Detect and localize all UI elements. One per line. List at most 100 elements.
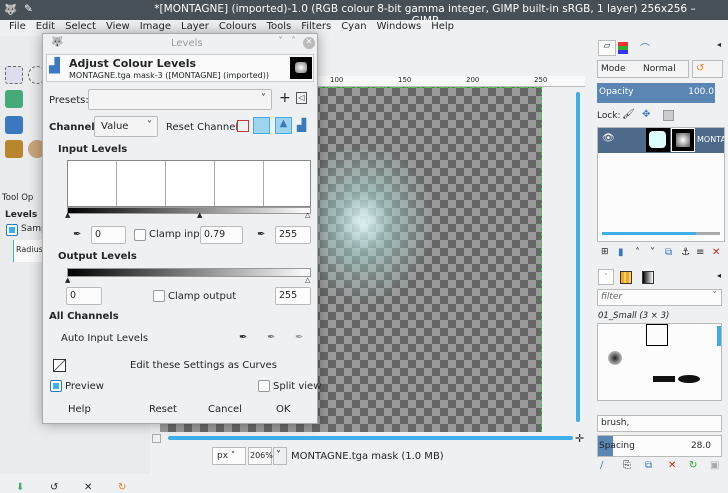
pick-white-auto-icon[interactable]: ✒: [295, 332, 303, 343]
spacing-slider[interactable]: Spacing 28.0: [597, 435, 722, 457]
restore-icon[interactable]: ↺: [50, 482, 58, 493]
lock-position-icon[interactable]: ✥: [642, 109, 650, 120]
tab-layers[interactable]: ▱: [598, 40, 616, 56]
pick-white-icon[interactable]: ✒: [257, 229, 265, 240]
zoom-field[interactable]: 206%: [248, 447, 273, 465]
radius-field[interactable]: Radius: [13, 240, 43, 262]
gamma-handle[interactable]: ▲: [197, 211, 202, 219]
pick-black-auto-icon[interactable]: ✒: [239, 332, 247, 343]
quick-mask-toggle[interactable]: [152, 434, 161, 443]
preset-menu-icon[interactable]: ◁: [296, 92, 307, 104]
brush-filter-input[interactable]: filter ˅: [597, 289, 722, 306]
navigate-icon[interactable]: ✛: [575, 432, 584, 445]
lower-layer-icon[interactable]: ˅: [650, 247, 655, 258]
brush-item[interactable]: [653, 376, 675, 382]
auto-input-levels-button[interactable]: Auto Input Levels: [61, 333, 148, 344]
new-brush-icon[interactable]: ⎘: [623, 460, 631, 471]
channel-combo[interactable]: Value ˅: [94, 116, 158, 137]
maximize-icon[interactable]: ˄: [291, 36, 296, 47]
layer-name[interactable]: MONTAGNE: [697, 135, 724, 144]
flip-icon[interactable]: [5, 116, 23, 134]
output-low-handle[interactable]: ▲: [65, 276, 70, 284]
ok-button[interactable]: OK: [276, 404, 290, 415]
opacity-slider[interactable]: Opacity 100.0: [597, 83, 715, 103]
menu-help[interactable]: Help: [426, 20, 459, 36]
input-low-spin[interactable]: 0: [91, 226, 126, 244]
new-layer-group-icon[interactable]: ⊞: [601, 247, 609, 257]
gamma-spin[interactable]: 0.79: [200, 226, 243, 244]
input-high-spin[interactable]: 255: [275, 226, 311, 244]
cancel-button[interactable]: Cancel: [208, 404, 242, 415]
mode-combo[interactable]: Mode Normal: [597, 60, 689, 78]
brush-item[interactable]: [678, 375, 700, 383]
reset-icon[interactable]: ↻: [118, 482, 126, 493]
delete-brush-icon[interactable]: ✕: [668, 460, 676, 471]
tab-gradients[interactable]: [642, 271, 654, 284]
brush-item[interactable]: [608, 351, 622, 365]
presets-combo[interactable]: ˅: [88, 89, 272, 110]
edit-brush-icon[interactable]: /: [600, 460, 603, 471]
reset-channel-button[interactable]: Reset Channel: [166, 122, 238, 133]
configure-tab-icon[interactable]: ◂: [717, 271, 721, 280]
add-preset-icon[interactable]: +: [279, 90, 291, 106]
duplicate-layer-icon[interactable]: ⧉: [665, 247, 672, 258]
zoom-dropdown[interactable]: ˅: [273, 447, 287, 465]
curve-icon[interactable]: [253, 117, 270, 134]
tab-channels[interactable]: [618, 42, 628, 54]
brush-tag-combo[interactable]: brush,: [597, 415, 722, 432]
pin-icon[interactable]: ✎: [24, 3, 33, 15]
menu-file[interactable]: File: [4, 20, 31, 36]
horizontal-scrollbar[interactable]: [168, 436, 573, 440]
clone-icon[interactable]: [5, 140, 23, 158]
tab-paths[interactable]: ⌒: [640, 40, 650, 55]
input-high-handle[interactable]: △: [305, 211, 310, 219]
tab-tool-options[interactable]: Tool Op: [2, 193, 42, 205]
menu-cyan[interactable]: Cyan: [336, 20, 371, 36]
close-icon[interactable]: ✕: [303, 37, 315, 49]
selected-brush[interactable]: [646, 324, 668, 346]
delete-layer-icon[interactable]: ✕: [712, 247, 720, 258]
new-layer-icon[interactable]: ▮: [618, 247, 624, 258]
layers-scrollbar[interactable]: [602, 232, 720, 235]
output-low-spin[interactable]: 0: [66, 287, 102, 305]
save-preset-icon[interactable]: ⬇: [16, 482, 24, 493]
minimize-icon[interactable]: ˅: [278, 36, 283, 47]
lock-pixels-icon[interactable]: 🖌: [622, 109, 635, 120]
pick-black-icon[interactable]: ✒: [73, 229, 81, 240]
vertical-scrollbar[interactable]: [576, 92, 580, 422]
pick-gray-auto-icon[interactable]: ✒: [267, 332, 275, 343]
sample-average-checkbox[interactable]: [6, 224, 18, 236]
anchor-layer-icon[interactable]: ⚓: [681, 247, 690, 258]
unit-select[interactable]: px ˅: [212, 447, 246, 465]
brush-grid[interactable]: [597, 323, 722, 401]
merge-layer-icon[interactable]: ≡: [696, 247, 704, 258]
brush-grid-scrollbar[interactable]: [717, 326, 721, 346]
preview-checkbox[interactable]: [50, 380, 62, 392]
lock-alpha-icon[interactable]: [663, 110, 674, 121]
refresh-brushes-icon[interactable]: ↻: [689, 460, 697, 471]
output-high-handle[interactable]: △: [305, 276, 310, 284]
duplicate-brush-icon[interactable]: ⧉: [645, 460, 652, 471]
output-high-spin[interactable]: 255: [275, 287, 311, 305]
log-histogram-icon[interactable]: ▟: [297, 118, 306, 132]
configure-tab-icon[interactable]: ◂: [717, 40, 721, 49]
split-view-checkbox[interactable]: [258, 380, 270, 392]
linear-histogram-icon[interactable]: [237, 120, 249, 132]
tab-brushes[interactable]: ·: [598, 269, 614, 285]
linear-histogram-toggle-icon[interactable]: ▲: [275, 117, 292, 134]
menu-windows[interactable]: Windows: [372, 20, 427, 36]
open-brush-as-image-icon[interactable]: ▣: [710, 460, 719, 471]
tab-patterns[interactable]: [620, 271, 632, 284]
raise-layer-icon[interactable]: ˄: [635, 247, 640, 258]
help-button[interactable]: Help: [68, 404, 91, 415]
rect-select-icon[interactable]: [5, 66, 23, 84]
input-low-handle[interactable]: ▲: [65, 211, 70, 219]
composite-mode-combo[interactable]: ↺: [692, 60, 723, 78]
clamp-output-checkbox[interactable]: [153, 290, 165, 302]
clamp-input-checkbox[interactable]: [134, 229, 146, 241]
delete-icon[interactable]: ✕: [84, 482, 92, 493]
reset-button[interactable]: Reset: [149, 404, 177, 415]
layer-row[interactable]: 👁 MONTAGNE: [598, 128, 724, 153]
paths-icon[interactable]: [5, 90, 23, 108]
visibility-eye-icon[interactable]: 👁: [602, 133, 615, 144]
